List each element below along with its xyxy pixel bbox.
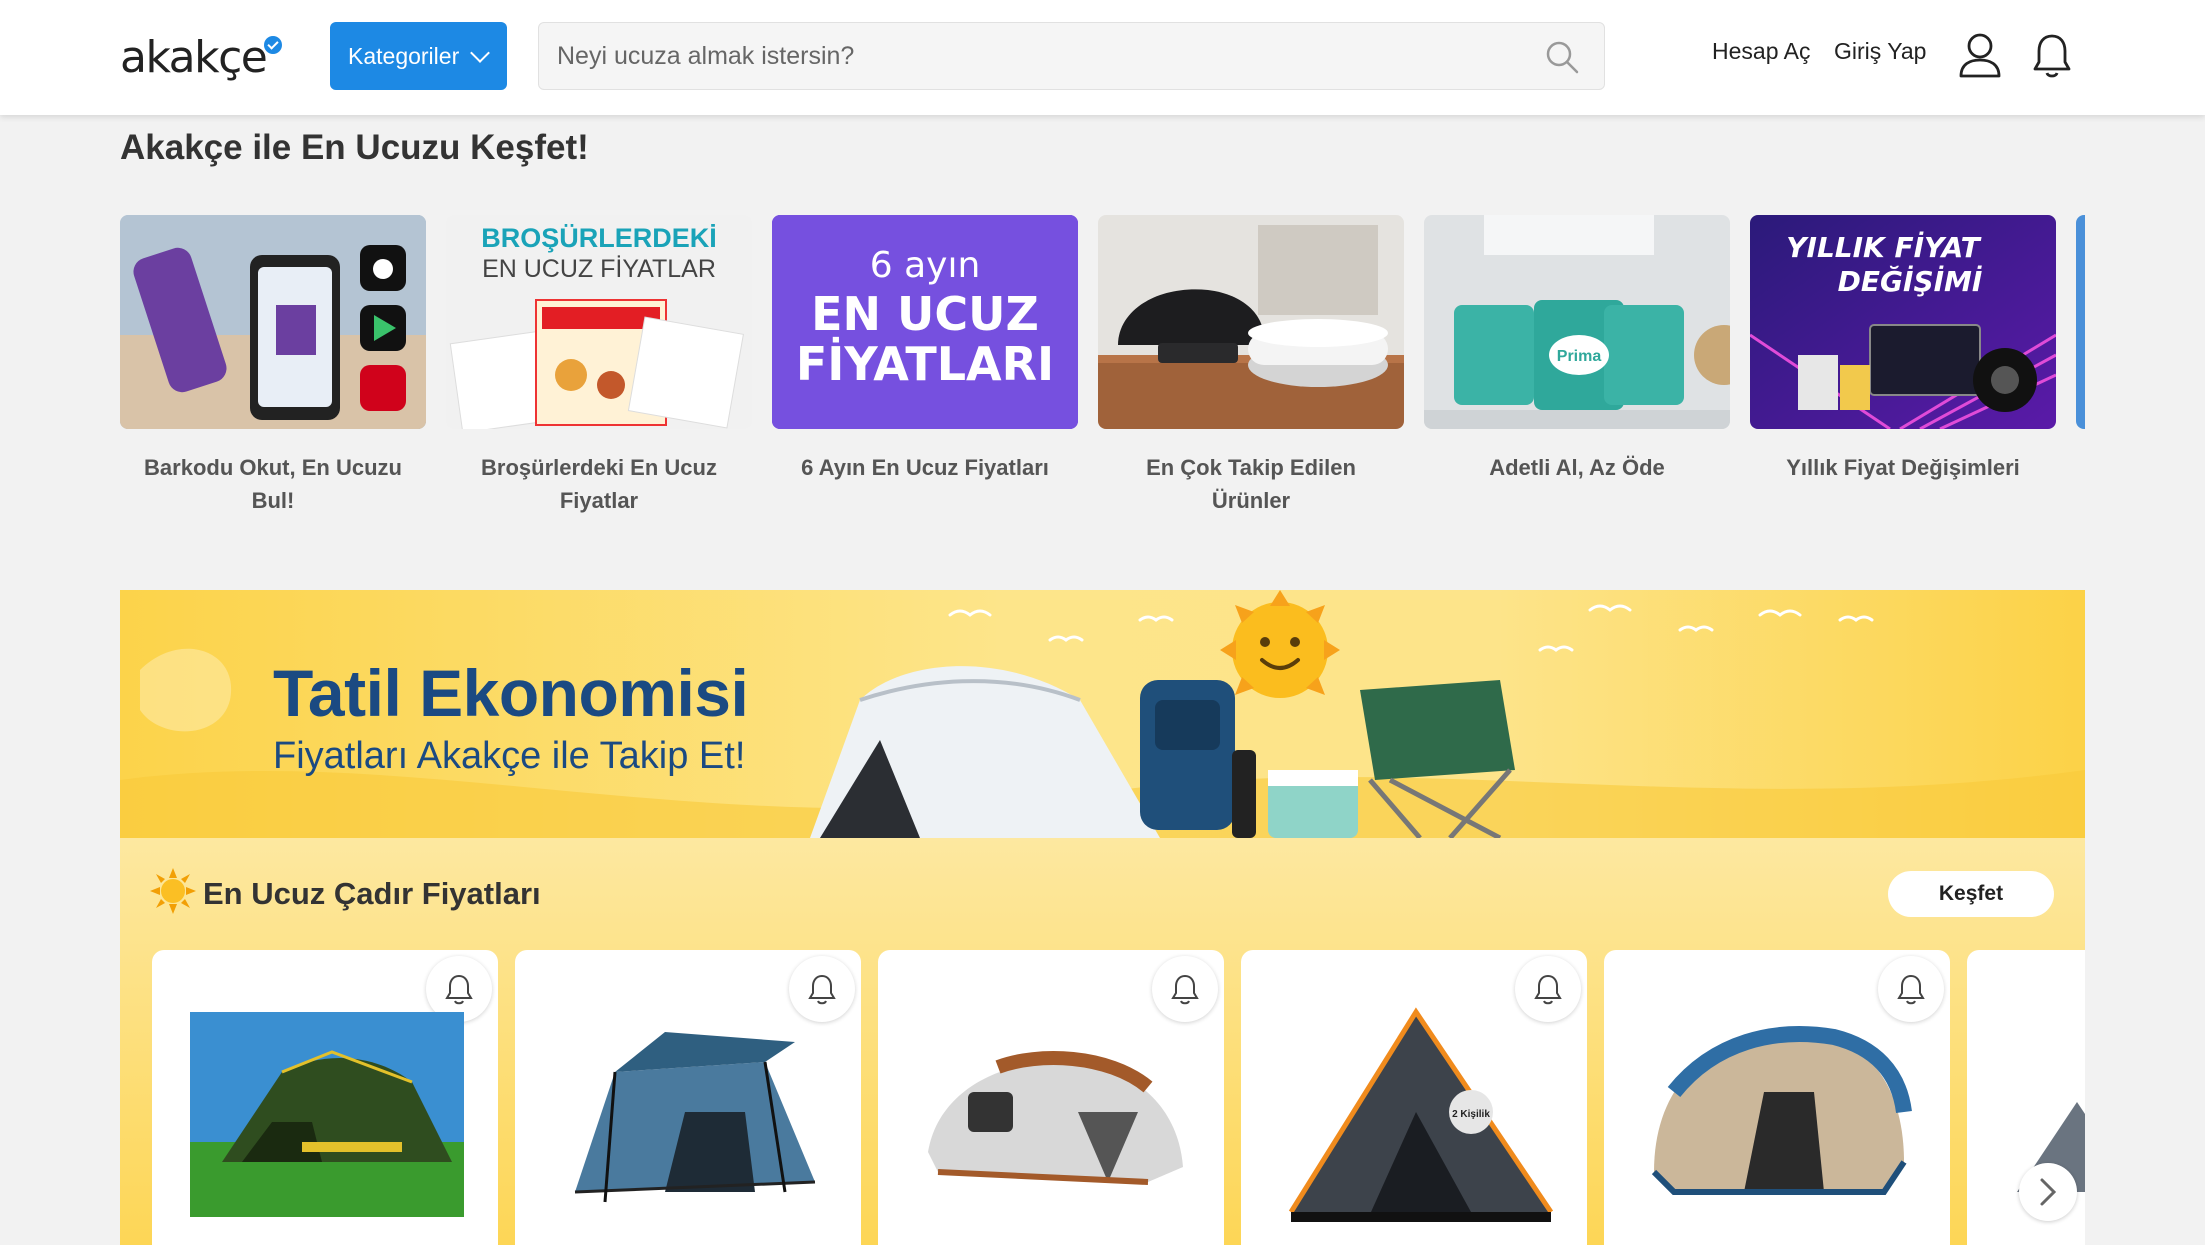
barcode-scan-illustration bbox=[120, 215, 426, 429]
holiday-economy-banner[interactable]: Tatil Ekonomisi Fiyatları Akakçe ile Tak… bbox=[120, 590, 2085, 838]
product-image bbox=[1651, 1026, 1912, 1195]
card-label: Barkodu Okut, En Ucuzu Bul! bbox=[144, 455, 402, 513]
product-image: 2 Kişilik bbox=[1288, 1007, 1554, 1222]
product-image bbox=[928, 1051, 1183, 1185]
product-image bbox=[574, 1032, 816, 1203]
carousel-next-button[interactable] bbox=[2019, 1163, 2077, 1221]
product-card[interactable]: 2 Kişilik bbox=[1241, 950, 1587, 1245]
card-image bbox=[2076, 215, 2085, 429]
cheapest-tents-section: En Ucuz Çadır Fiyatları Keşfet 2 Kişilik bbox=[120, 838, 2085, 1245]
card-image: 6 ayın EN UCUZ FİYATLARI bbox=[772, 215, 1078, 429]
card-label: Broşürlerdeki En Ucuz Fiyatlar bbox=[481, 455, 717, 513]
sun-icon bbox=[150, 868, 196, 914]
product-card[interactable] bbox=[152, 950, 498, 1245]
card-label: Adetli Al, Az Öde bbox=[1489, 455, 1665, 480]
card-label: 6 Ayın En Ucuz Fiyatları bbox=[801, 455, 1049, 480]
akakce-logo[interactable]: akakçe bbox=[120, 30, 283, 85]
search-input[interactable] bbox=[539, 23, 1499, 89]
card-label: Yıllık Fiyat Değişimleri bbox=[1786, 455, 2020, 480]
categories-label: Kategoriler bbox=[348, 42, 460, 69]
bell-icon[interactable] bbox=[2032, 32, 2072, 80]
search-box bbox=[538, 22, 1605, 90]
search-icon[interactable] bbox=[1544, 39, 1580, 75]
discover-card-6-months[interactable]: 6 ayın EN UCUZ FİYATLARI 6 Ayın En Ucuz … bbox=[772, 215, 1078, 484]
product-card[interactable] bbox=[878, 950, 1224, 1245]
yearly-price-illustration: YILLIK FİYAT DEĞİŞİMİ bbox=[1750, 215, 2056, 429]
brochure-illustration: BROŞÜRLERDEKİ EN UCUZ FİYATLAR bbox=[446, 215, 752, 429]
discover-button[interactable]: Keşfet bbox=[1888, 871, 2054, 917]
card-image: Prima bbox=[1424, 215, 1730, 429]
signup-link[interactable]: Hesap Aç bbox=[1712, 38, 1810, 65]
card-image bbox=[120, 215, 426, 429]
card-label: En Çok Takip Edilen Ürünler bbox=[1146, 455, 1356, 513]
verified-check-icon bbox=[264, 36, 283, 54]
yearly-img-line1: YILLIK FİYAT bbox=[1786, 230, 1981, 264]
discover-card-most-followed[interactable]: En Çok Takip Edilen Ürünler bbox=[1098, 215, 1404, 517]
chevron-right-icon bbox=[2040, 1178, 2057, 1206]
six-months-img-line1: 6 ayın bbox=[870, 245, 981, 286]
product-card[interactable] bbox=[1604, 950, 1950, 1245]
most-followed-illustration bbox=[1098, 215, 1404, 429]
login-link[interactable]: Giriş Yap bbox=[1834, 38, 1926, 65]
diaper-packs-illustration: Prima bbox=[1424, 215, 1730, 429]
six-months-illustration: 6 ayın EN UCUZ FİYATLARI bbox=[772, 215, 1078, 429]
discover-card-barcode[interactable]: Barkodu Okut, En Ucuzu Bul! bbox=[120, 215, 426, 517]
six-months-img-line2: EN UCUZ bbox=[811, 287, 1039, 341]
card-image: YILLIK FİYAT DEĞİŞİMİ bbox=[1750, 215, 2056, 429]
top-header: akakçe Kategoriler Hesap Aç Giriş Yap bbox=[0, 0, 2205, 115]
discover-card-next-partial[interactable] bbox=[2076, 215, 2085, 429]
discover-card-yearly-price[interactable]: YILLIK FİYAT DEĞİŞİMİ Yıllık Fiyat Değiş… bbox=[1750, 215, 2056, 484]
capacity-badge: 2 Kişilik bbox=[1452, 1109, 1490, 1120]
chevron-down-icon bbox=[470, 43, 491, 63]
discover-carousel: Barkodu Okut, En Ucuzu Bul! BROŞÜRLERDEK… bbox=[120, 215, 2085, 535]
tents-section-title: En Ucuz Çadır Fiyatları bbox=[203, 876, 541, 911]
discover-title: Akakçe ile En Ucuzu Keşfet! bbox=[120, 128, 589, 167]
yearly-img-line2: DEĞİŞİMİ bbox=[1838, 264, 1983, 298]
product-image bbox=[190, 1012, 464, 1217]
six-months-img-line3: FİYATLARI bbox=[796, 337, 1054, 391]
prima-brand: Prima bbox=[1557, 348, 1602, 365]
banner-title: Tatil Ekonomisi bbox=[273, 656, 749, 730]
card-image: BROŞÜRLERDEKİ EN UCUZ FİYATLAR bbox=[446, 215, 752, 429]
brochure-img-line1: BROŞÜRLERDEKİ bbox=[481, 223, 717, 253]
sun-mascot-icon bbox=[1220, 590, 1340, 698]
banner-subtitle: Fiyatları Akakçe ile Takip Et! bbox=[273, 735, 746, 777]
categories-button[interactable]: Kategoriler bbox=[330, 22, 507, 90]
brochure-img-line2: EN UCUZ FİYATLAR bbox=[482, 254, 716, 283]
discover-card-brochures[interactable]: BROŞÜRLERDEKİ EN UCUZ FİYATLAR Broşürler… bbox=[446, 215, 752, 517]
logo-text: akakçe bbox=[120, 32, 268, 83]
user-icon[interactable] bbox=[1958, 32, 2002, 78]
product-card[interactable] bbox=[515, 950, 861, 1245]
card-image bbox=[1098, 215, 1404, 429]
discover-card-multi-buy[interactable]: Prima Adetli Al, Az Öde bbox=[1424, 215, 1730, 484]
